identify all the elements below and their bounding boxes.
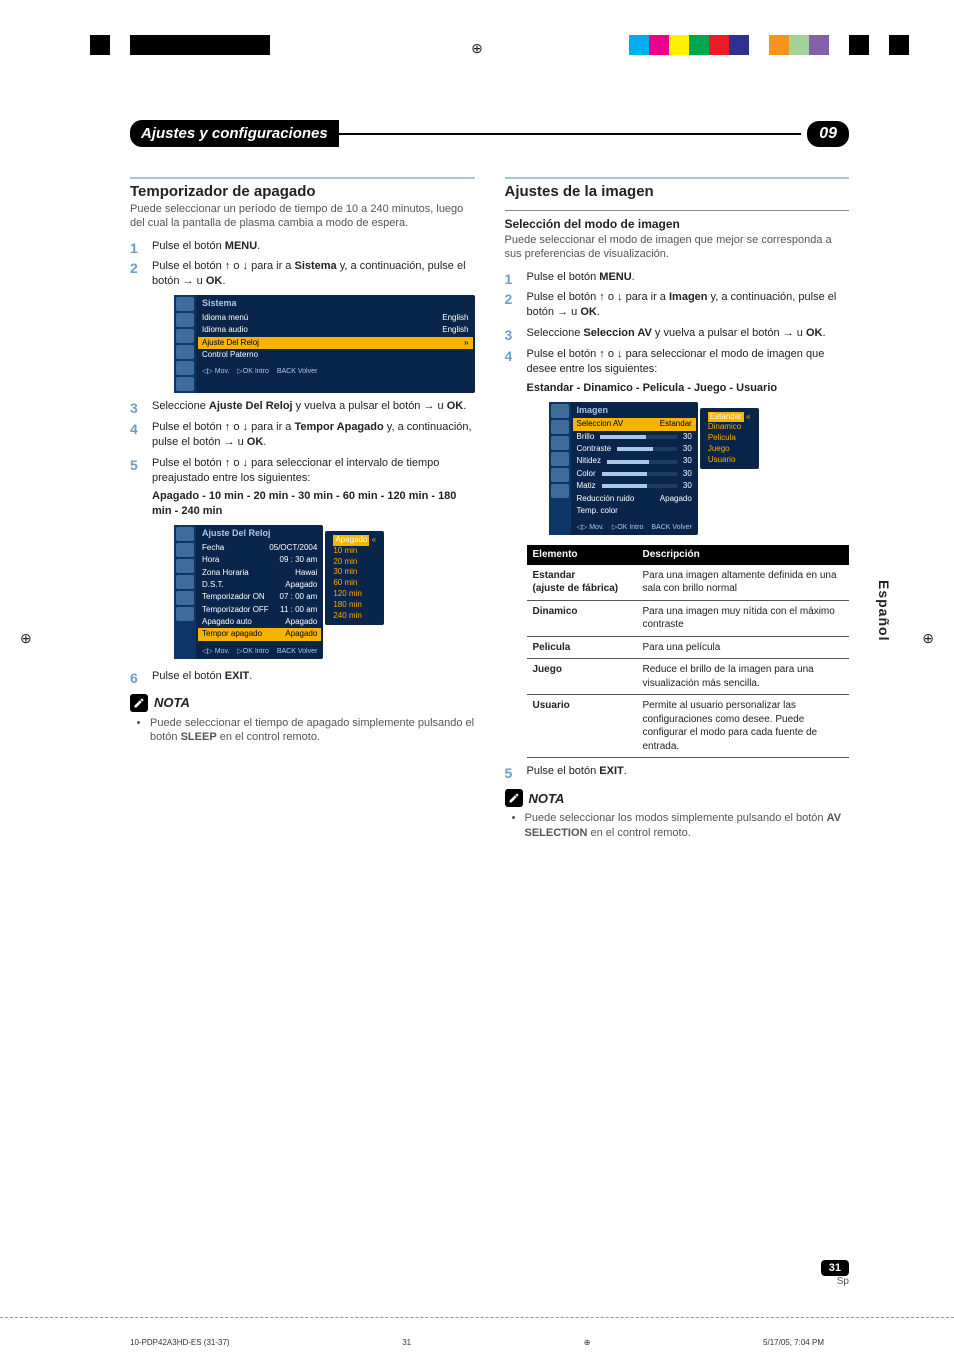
right-arrow-icon: → xyxy=(183,275,194,287)
print-footer: 10-PDP42A3HD-ES (31-37) 31 ⊕ 5/17/05, 7:… xyxy=(0,1317,954,1367)
table-row: Usuario Permite al usuario personalizar … xyxy=(527,695,850,758)
table-header-description: Descripción xyxy=(637,545,850,565)
note-item: Puede seleccionar los modos simplemente … xyxy=(525,811,850,840)
step-3: Seleccione Ajuste Del Reloj y vuelva a p… xyxy=(130,399,475,414)
osd-title: Imagen xyxy=(577,405,692,417)
step-1: Pulse el botón MENU. xyxy=(505,270,850,285)
osd-title: Ajuste Del Reloj xyxy=(202,528,317,540)
note-list: Puede seleccionar el tiempo de apagado s… xyxy=(130,716,475,745)
step-3: Seleccione Seleccion AV y vuelva a pulsa… xyxy=(505,326,850,341)
center-cross-icon: ⊕ xyxy=(471,40,483,57)
page-number-block: 31 Sp xyxy=(505,1260,850,1287)
table-row: Dinamico Para una imagen muy nítida con … xyxy=(527,600,850,636)
step-2: Pulse el botón ↑ o ↓ para ir a Sistema y… xyxy=(130,259,475,393)
chapter-header: Ajustes y configuraciones 09 xyxy=(130,120,849,147)
osd-footer: ◁▷ Mov. ▷OK Intro BACK Volver xyxy=(202,647,317,656)
osd-sistema: Sistema Idioma menúEnglish Idioma audioE… xyxy=(174,295,475,393)
footer-file: 10-PDP42A3HD-ES (31-37) xyxy=(130,1338,230,1347)
right-arrow-icon: → xyxy=(783,327,794,339)
page-lang: Sp xyxy=(505,1276,850,1287)
table-row: Pelicula Para una película xyxy=(527,636,850,659)
registration-marks-top: ⊕ xyxy=(0,0,954,60)
osd-imagen: Imagen Seleccion AVEstandar Brillo30 Con… xyxy=(549,402,698,536)
right-column: Ajustes de la imagen Selección del modo … xyxy=(505,177,850,1287)
sleep-timer-intro: Puede seleccionar un período de tiempo d… xyxy=(130,202,475,231)
note-heading: NOTA xyxy=(505,789,850,807)
right-arrow-icon: → xyxy=(224,436,235,448)
table-header-element: Elemento xyxy=(527,545,637,565)
chapter-number: 09 xyxy=(807,121,849,147)
step-1: Pulse el botón MENU. xyxy=(130,239,475,254)
step-4: Pulse el botón ↑ o ↓ para seleccionar el… xyxy=(505,347,850,758)
sleep-timer-steps: Pulse el botón MENU. Pulse el botón ↑ o … xyxy=(130,239,475,684)
sleep-timer-heading: Temporizador de apagado xyxy=(130,177,475,200)
osd-side-icons xyxy=(174,295,196,393)
step-5: Pulse el botón ↑ o ↓ para seleccionar el… xyxy=(130,456,475,659)
osd-popup-av: Estandar « Dinamico Pelicula Juego Usuar… xyxy=(700,408,759,470)
note-list: Puede seleccionar los modos simplemente … xyxy=(505,811,850,840)
right-arrow-icon: → xyxy=(557,306,568,318)
sleep-timer-options: Apagado - 10 min - 20 min - 30 min - 60 … xyxy=(152,489,475,519)
osd-title: Sistema xyxy=(202,298,469,310)
step-2: Pulse el botón ↑ o ↓ para ir a Imagen y,… xyxy=(505,290,850,320)
footer-timestamp: 5/17/05, 7:04 PM xyxy=(763,1338,824,1347)
note-title: NOTA xyxy=(154,695,190,710)
footer-page: 31 xyxy=(402,1338,411,1347)
picture-mode-options: Estandar - Dinamico - Pelicula - Juego -… xyxy=(527,381,850,396)
header-rule xyxy=(339,133,801,135)
note-item: Puede seleccionar el tiempo de apagado s… xyxy=(150,716,475,745)
footer-center-cross-icon: ⊕ xyxy=(584,1338,591,1347)
step-6: Pulse el botón EXIT. xyxy=(130,669,475,684)
note-title: NOTA xyxy=(529,791,565,806)
osd-row: Idioma audioEnglish xyxy=(202,324,469,336)
table-row: Juego Reduce el brillo de la imagen para… xyxy=(527,659,850,695)
language-side-tab: Español xyxy=(876,580,892,641)
picture-mode-steps: Pulse el botón MENU. Pulse el botón ↑ o … xyxy=(505,270,850,780)
picture-settings-heading: Ajustes de la imagen xyxy=(505,177,850,200)
step-5: Pulse el botón EXIT. xyxy=(505,764,850,779)
osd-footer: ◁▷ Mov. ▷OK Intro BACK Volver xyxy=(202,367,469,376)
pencil-icon xyxy=(130,694,148,712)
picture-mode-table: Elemento Descripción Estandar(ajuste de … xyxy=(527,545,850,758)
osd-ajuste-reloj: Ajuste Del Reloj Fecha05/OCT/2004 Hora09… xyxy=(174,525,323,659)
osd-row: Control Paterno xyxy=(202,349,469,361)
osd-side-icons xyxy=(174,525,196,659)
step-4: Pulse el botón ↑ o ↓ para ir a Tempor Ap… xyxy=(130,420,475,450)
page-number: 31 xyxy=(821,1260,849,1276)
picture-mode-intro: Puede seleccionar el modo de imagen que … xyxy=(505,233,850,262)
chapter-title: Ajustes y configuraciones xyxy=(130,120,339,147)
osd-footer: ◁▷ Mov. ▷OK Intro BACK Volver xyxy=(577,523,692,532)
color-squares xyxy=(629,35,909,55)
right-arrow-icon: → xyxy=(423,400,434,412)
pencil-icon xyxy=(505,789,523,807)
left-column: Temporizador de apagado Puede selecciona… xyxy=(130,177,475,1287)
osd-row-highlighted: Ajuste Del Reloj» xyxy=(198,337,473,349)
osd-popup-sleep: Apagado « 10 min 20 min 30 min 60 min 12… xyxy=(325,531,384,625)
note-heading: NOTA xyxy=(130,694,475,712)
black-squares xyxy=(70,35,270,55)
osd-row: Idioma menúEnglish xyxy=(202,312,469,324)
osd-side-icons xyxy=(549,402,571,536)
picture-mode-subheading: Selección del modo de imagen xyxy=(505,210,850,231)
table-row: Estandar(ajuste de fábrica) Para una ima… xyxy=(527,565,850,601)
